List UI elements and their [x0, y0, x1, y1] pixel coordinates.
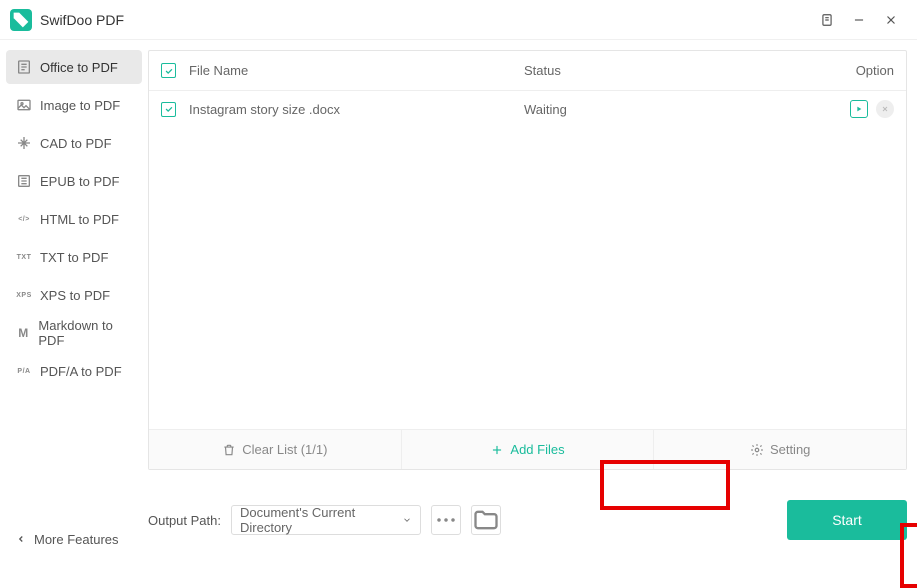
epub-icon — [16, 173, 32, 189]
list-toolbar: Clear List (1/1) Add Files Setting — [149, 429, 906, 469]
output-path-value: Document's Current Directory — [240, 505, 402, 535]
image-icon — [16, 97, 32, 113]
table-header: File Name Status Option — [149, 51, 906, 91]
xps-icon: XPS — [16, 287, 32, 303]
setting-button[interactable]: Setting — [654, 430, 906, 469]
cad-icon — [16, 135, 32, 151]
app-title: SwifDoo PDF — [40, 12, 124, 28]
output-path-select[interactable]: Document's Current Directory — [231, 505, 421, 535]
html-icon: </> — [16, 211, 32, 227]
col-header-status: Status — [524, 63, 824, 78]
file-status: Waiting — [524, 102, 824, 117]
pin-button[interactable] — [811, 4, 843, 36]
start-label: Start — [832, 512, 862, 528]
dots-icon — [432, 506, 460, 534]
app-logo-icon — [10, 9, 32, 31]
sidebar-item-txt[interactable]: TXT TXT to PDF — [6, 240, 142, 274]
more-features-label: More Features — [34, 532, 119, 547]
clear-list-label: Clear List (1/1) — [242, 442, 327, 457]
sidebar-item-pdfa[interactable]: P/A PDF/A to PDF — [6, 354, 142, 388]
clear-list-button[interactable]: Clear List (1/1) — [149, 430, 402, 469]
output-path-label: Output Path: — [148, 513, 221, 528]
sidebar-item-label: Image to PDF — [40, 98, 120, 113]
add-files-button[interactable]: Add Files — [402, 430, 655, 469]
play-icon — [855, 105, 863, 113]
sidebar: Office to PDF Image to PDF CAD to PDF EP… — [0, 40, 148, 566]
content: File Name Status Option Instagram story … — [148, 40, 917, 566]
check-icon — [164, 104, 174, 114]
sidebar-item-label: XPS to PDF — [40, 288, 110, 303]
add-files-label: Add Files — [510, 442, 564, 457]
sidebar-item-image[interactable]: Image to PDF — [6, 88, 142, 122]
col-header-option: Option — [824, 63, 894, 78]
select-all-checkbox[interactable] — [161, 63, 176, 78]
title-bar: SwifDoo PDF — [0, 0, 917, 40]
col-header-name: File Name — [185, 63, 524, 78]
row-remove-button[interactable] — [876, 100, 894, 118]
table-row[interactable]: Instagram story size .docx Waiting — [149, 91, 906, 127]
sidebar-item-markdown[interactable]: M Markdown to PDF — [6, 316, 142, 350]
more-options-button[interactable] — [431, 505, 461, 535]
plus-icon — [490, 443, 504, 457]
browse-folder-button[interactable] — [471, 505, 501, 535]
file-name: Instagram story size .docx — [185, 102, 524, 117]
check-icon — [164, 66, 174, 76]
sidebar-item-label: CAD to PDF — [40, 136, 112, 151]
sidebar-item-office[interactable]: Office to PDF — [6, 50, 142, 84]
bottom-bar: Output Path: Document's Current Director… — [148, 470, 907, 540]
sidebar-item-label: HTML to PDF — [40, 212, 119, 227]
chevron-down-icon — [402, 515, 412, 525]
file-list: File Name Status Option Instagram story … — [148, 50, 907, 470]
chevron-left-icon — [16, 534, 26, 544]
txt-icon: TXT — [16, 249, 32, 265]
sidebar-item-label: TXT to PDF — [40, 250, 108, 265]
sidebar-item-label: Markdown to PDF — [38, 318, 132, 348]
row-play-button[interactable] — [850, 100, 868, 118]
start-button[interactable]: Start — [787, 500, 907, 540]
trash-icon — [222, 443, 236, 457]
sidebar-item-cad[interactable]: CAD to PDF — [6, 126, 142, 160]
close-button[interactable] — [875, 4, 907, 36]
gear-icon — [750, 443, 764, 457]
minimize-button[interactable] — [843, 4, 875, 36]
pdfa-icon: P/A — [16, 363, 32, 379]
sidebar-item-label: PDF/A to PDF — [40, 364, 122, 379]
office-icon — [16, 59, 32, 75]
markdown-icon: M — [16, 325, 30, 341]
folder-icon — [472, 506, 500, 534]
setting-label: Setting — [770, 442, 810, 457]
close-icon — [881, 105, 889, 113]
row-checkbox[interactable] — [161, 102, 176, 117]
sidebar-item-label: Office to PDF — [40, 60, 118, 75]
sidebar-item-xps[interactable]: XPS XPS to PDF — [6, 278, 142, 312]
sidebar-item-epub[interactable]: EPUB to PDF — [6, 164, 142, 198]
more-features-button[interactable]: More Features — [6, 522, 142, 556]
sidebar-item-label: EPUB to PDF — [40, 174, 119, 189]
sidebar-item-html[interactable]: </> HTML to PDF — [6, 202, 142, 236]
